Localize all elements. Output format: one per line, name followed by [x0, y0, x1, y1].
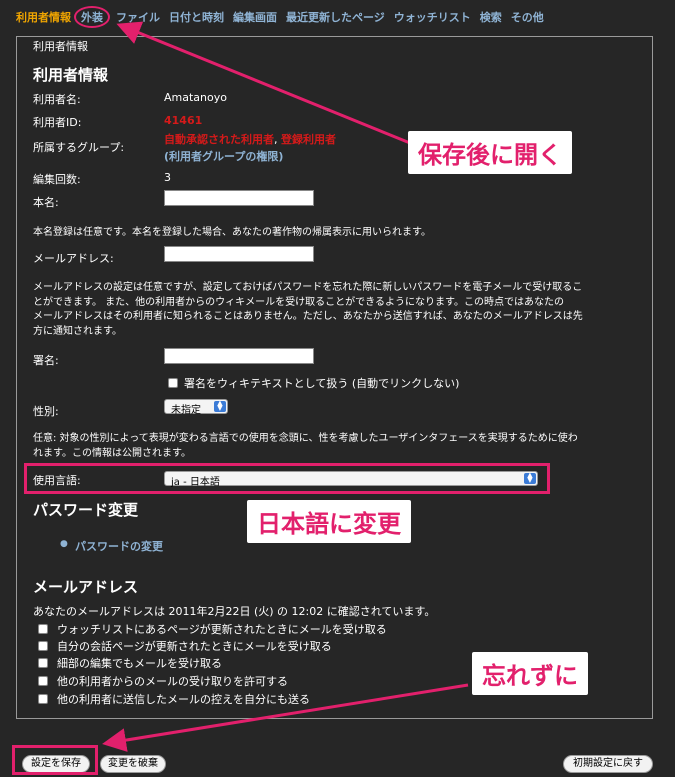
callout-open-after-save: 保存後に開く	[408, 131, 572, 174]
arrow-to-save-button	[102, 683, 469, 752]
callout-change-to-japanese: 日本語に変更	[247, 500, 411, 543]
arrow-to-appearance-tab	[116, 21, 411, 145]
callout-dont-forget: 忘れずに	[472, 652, 588, 695]
